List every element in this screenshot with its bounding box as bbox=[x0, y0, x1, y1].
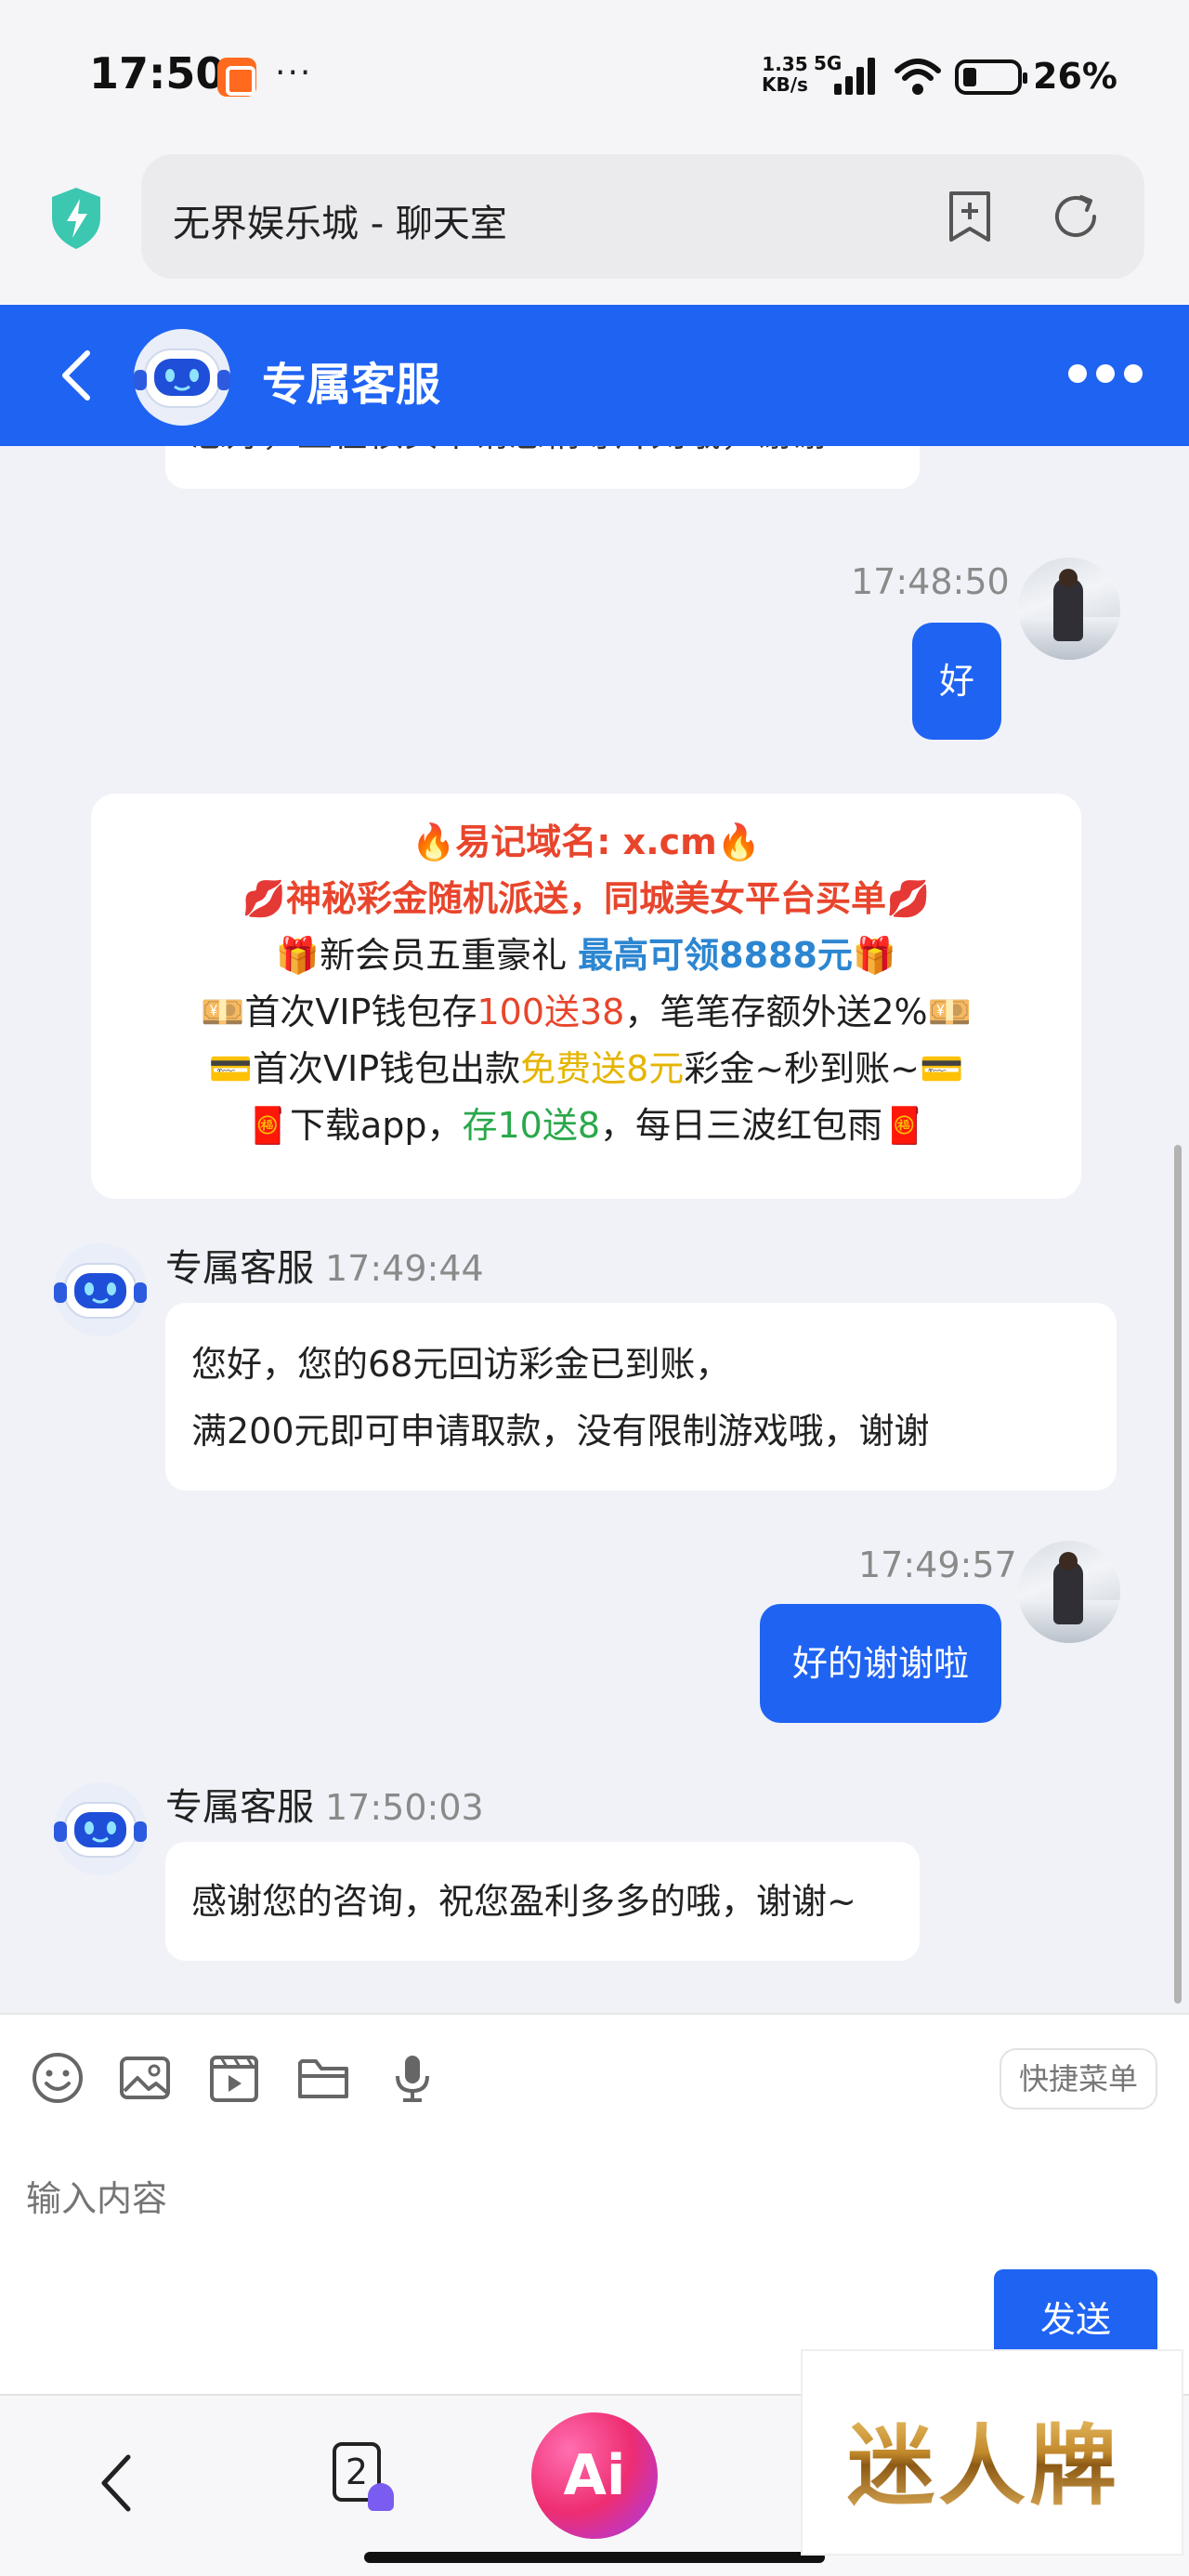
more-notifications-icon: ··· bbox=[275, 54, 313, 92]
promo-line: 💋神秘彩金随机派送，同城美女平台买单💋 bbox=[242, 878, 931, 919]
message-text: 满200元即可申请取款，没有限制游戏哦，谢谢 bbox=[191, 1411, 930, 1452]
message-bubble: 您好，您的68元回访彩金已到账， 满200元即可申请取款，没有限制游戏哦，谢谢 bbox=[165, 1303, 1117, 1491]
send-button[interactable]: 发送 bbox=[994, 2269, 1157, 2362]
message-time: 17:49:44 bbox=[325, 1248, 484, 1289]
app-notification-icon bbox=[217, 58, 256, 97]
promo-line: 💳首次VIP钱包出款免费送8元彩金~秒到账~💳 bbox=[208, 1048, 964, 1089]
quick-menu-button[interactable]: 快捷菜单 bbox=[1000, 2048, 1157, 2109]
sender-name: 专属客服 bbox=[165, 1786, 314, 1829]
signal-icon bbox=[834, 58, 875, 95]
network-speed-unit: KB/s bbox=[762, 73, 808, 96]
promo-announcement: 🔥易记域名: x.cm🔥 💋神秘彩金随机派送，同城美女平台买单💋 🎁新会员五重豪… bbox=[91, 794, 1081, 1199]
my-message-bubble: 好的谢谢啦 bbox=[760, 1604, 1001, 1723]
folder-icon[interactable] bbox=[295, 2050, 351, 2106]
address-bar[interactable]: 无界娱乐城 - 聊天室 bbox=[141, 154, 1144, 279]
add-bookmark-icon[interactable] bbox=[942, 188, 998, 245]
message-bubble-truncated: 您好，正在核实中请您稍等片刻哦，谢谢~ bbox=[165, 446, 920, 489]
promo-line: 🎁新会员五重豪礼 最高可领8888元🎁 bbox=[275, 935, 897, 976]
more-options-icon[interactable] bbox=[1068, 359, 1146, 388]
message-sender: 专属客服 17:50:03 bbox=[165, 1777, 484, 1831]
chat-messages[interactable]: 您好，正在核实中请您稍等片刻哦，谢谢~ 17:48:50 好 🔥易记域名: x.… bbox=[0, 446, 1189, 2013]
promo-line: 💴首次VIP钱包存100送38，笔笔存额外送2%💴 bbox=[201, 992, 972, 1032]
support-bot-avatar bbox=[54, 1243, 147, 1336]
chat-header: 专属客服 bbox=[0, 305, 1189, 446]
chat-title: 专属客服 bbox=[262, 359, 441, 411]
message-input[interactable] bbox=[26, 2152, 1159, 2245]
reload-icon[interactable] bbox=[1048, 188, 1104, 245]
nav-back-icon[interactable] bbox=[89, 2448, 145, 2518]
battery-level: 26% bbox=[1033, 56, 1117, 97]
page-title[interactable]: 无界娱乐城 - 聊天室 bbox=[173, 193, 507, 247]
message-time: 17:49:57 bbox=[858, 1544, 1017, 1585]
support-bot-avatar bbox=[134, 329, 230, 426]
promo-line: 🔥易记域名: x.cm🔥 bbox=[411, 821, 762, 862]
message-bubble: 感谢您的咨询，祝您盈利多多的哦，谢谢~ bbox=[165, 1842, 920, 1961]
support-bot-avatar bbox=[54, 1782, 147, 1875]
image-icon[interactable] bbox=[117, 2050, 173, 2106]
network-speed-value: 1.35 bbox=[762, 53, 808, 75]
sender-name: 专属客服 bbox=[165, 1247, 314, 1290]
emoji-icon[interactable] bbox=[30, 2050, 85, 2106]
chat-scrollbar[interactable] bbox=[1174, 1145, 1182, 2004]
ai-assistant-button[interactable]: Ai bbox=[531, 2412, 658, 2539]
message-time: 17:50:03 bbox=[325, 1787, 484, 1828]
promo-line: 🧧下载app，存10送8，每日三波红包雨🧧 bbox=[245, 1105, 927, 1146]
message-composer: 快捷菜单 发送 bbox=[0, 2013, 1189, 2394]
message-text: 感谢您的咨询，祝您盈利多多的哦，谢谢~ bbox=[191, 1881, 856, 1922]
network-speed: 1.35 KB/s bbox=[762, 54, 808, 95]
user-avatar bbox=[1018, 558, 1120, 660]
watermark-text: 迷人牌 bbox=[847, 2396, 1120, 2522]
message-sender: 专属客服 17:49:44 bbox=[165, 1238, 484, 1292]
wifi-icon bbox=[895, 59, 941, 95]
back-icon[interactable] bbox=[54, 346, 100, 405]
home-indicator[interactable] bbox=[364, 2552, 825, 2563]
browser-toolbar: 无界娱乐城 - 聊天室 bbox=[0, 149, 1189, 305]
status-time: 17:50 bbox=[89, 48, 226, 99]
shield-icon[interactable] bbox=[48, 186, 104, 251]
my-message-bubble: 好 bbox=[912, 623, 1001, 740]
message-time: 17:48:50 bbox=[851, 561, 1010, 602]
video-icon[interactable] bbox=[206, 2050, 262, 2106]
watermark: 迷人牌 bbox=[801, 2349, 1183, 2556]
user-avatar bbox=[1018, 1541, 1120, 1643]
incognito-icon bbox=[368, 2483, 394, 2511]
tabs-button[interactable]: 2 bbox=[327, 2433, 396, 2513]
battery-icon bbox=[955, 59, 1027, 95]
microphone-icon[interactable] bbox=[385, 2050, 440, 2106]
status-bar: 17:50 ··· 1.35 KB/s 5G 26% bbox=[0, 0, 1189, 149]
message-text: 您好，您的68元回访彩金已到账， bbox=[191, 1344, 731, 1385]
message-text: 您好，正在核实中请您稍等片刻哦，谢谢~ bbox=[191, 446, 920, 456]
